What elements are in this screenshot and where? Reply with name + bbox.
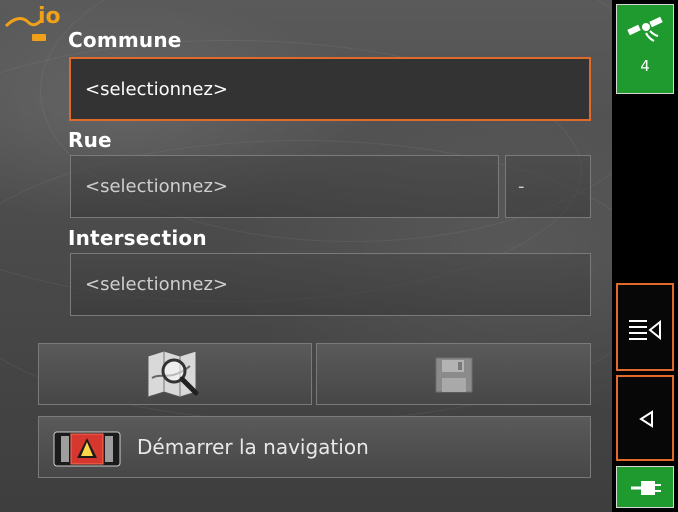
rue-value: <selectionnez>: [85, 176, 228, 197]
rue-field[interactable]: <selectionnez>: [70, 155, 499, 218]
power-status[interactable]: [616, 466, 674, 508]
intersection-value: <selectionnez>: [85, 274, 228, 295]
back-arrow-icon: [639, 410, 653, 428]
commune-field[interactable]: <selectionnez>: [69, 57, 591, 121]
save-button[interactable]: [316, 343, 591, 405]
menu-button[interactable]: [616, 283, 674, 371]
map-search-button[interactable]: [38, 343, 312, 405]
house-number-field[interactable]: -: [505, 155, 591, 218]
satellite-icon: [627, 16, 663, 42]
commune-label: Commune: [68, 28, 182, 52]
menu-list-icon: [629, 319, 661, 340]
commune-value: <selectionnez>: [85, 78, 228, 100]
mio-logo: io: [4, 4, 66, 48]
start-navigation-button[interactable]: Démarrer la navigation: [38, 416, 591, 478]
power-plug-icon: [631, 481, 661, 495]
back-button[interactable]: [616, 375, 674, 461]
start-navigation-label: Démarrer la navigation: [137, 435, 369, 459]
floppy-disk-icon: [435, 357, 473, 393]
logo-text: io: [38, 4, 61, 29]
gps-satellite-count: 4: [640, 57, 650, 75]
intersection-label: Intersection: [68, 226, 207, 250]
main-panel: io Commune <selectionnez> Rue <selection…: [0, 0, 612, 512]
navigation-screen-icon: [53, 431, 121, 467]
intersection-field[interactable]: <selectionnez>: [70, 253, 591, 316]
right-sidebar: 4: [612, 0, 678, 512]
house-number-value: -: [518, 176, 525, 197]
gps-status-button[interactable]: 4: [616, 4, 674, 94]
rue-label: Rue: [68, 128, 112, 152]
map-search-icon: [147, 350, 199, 398]
